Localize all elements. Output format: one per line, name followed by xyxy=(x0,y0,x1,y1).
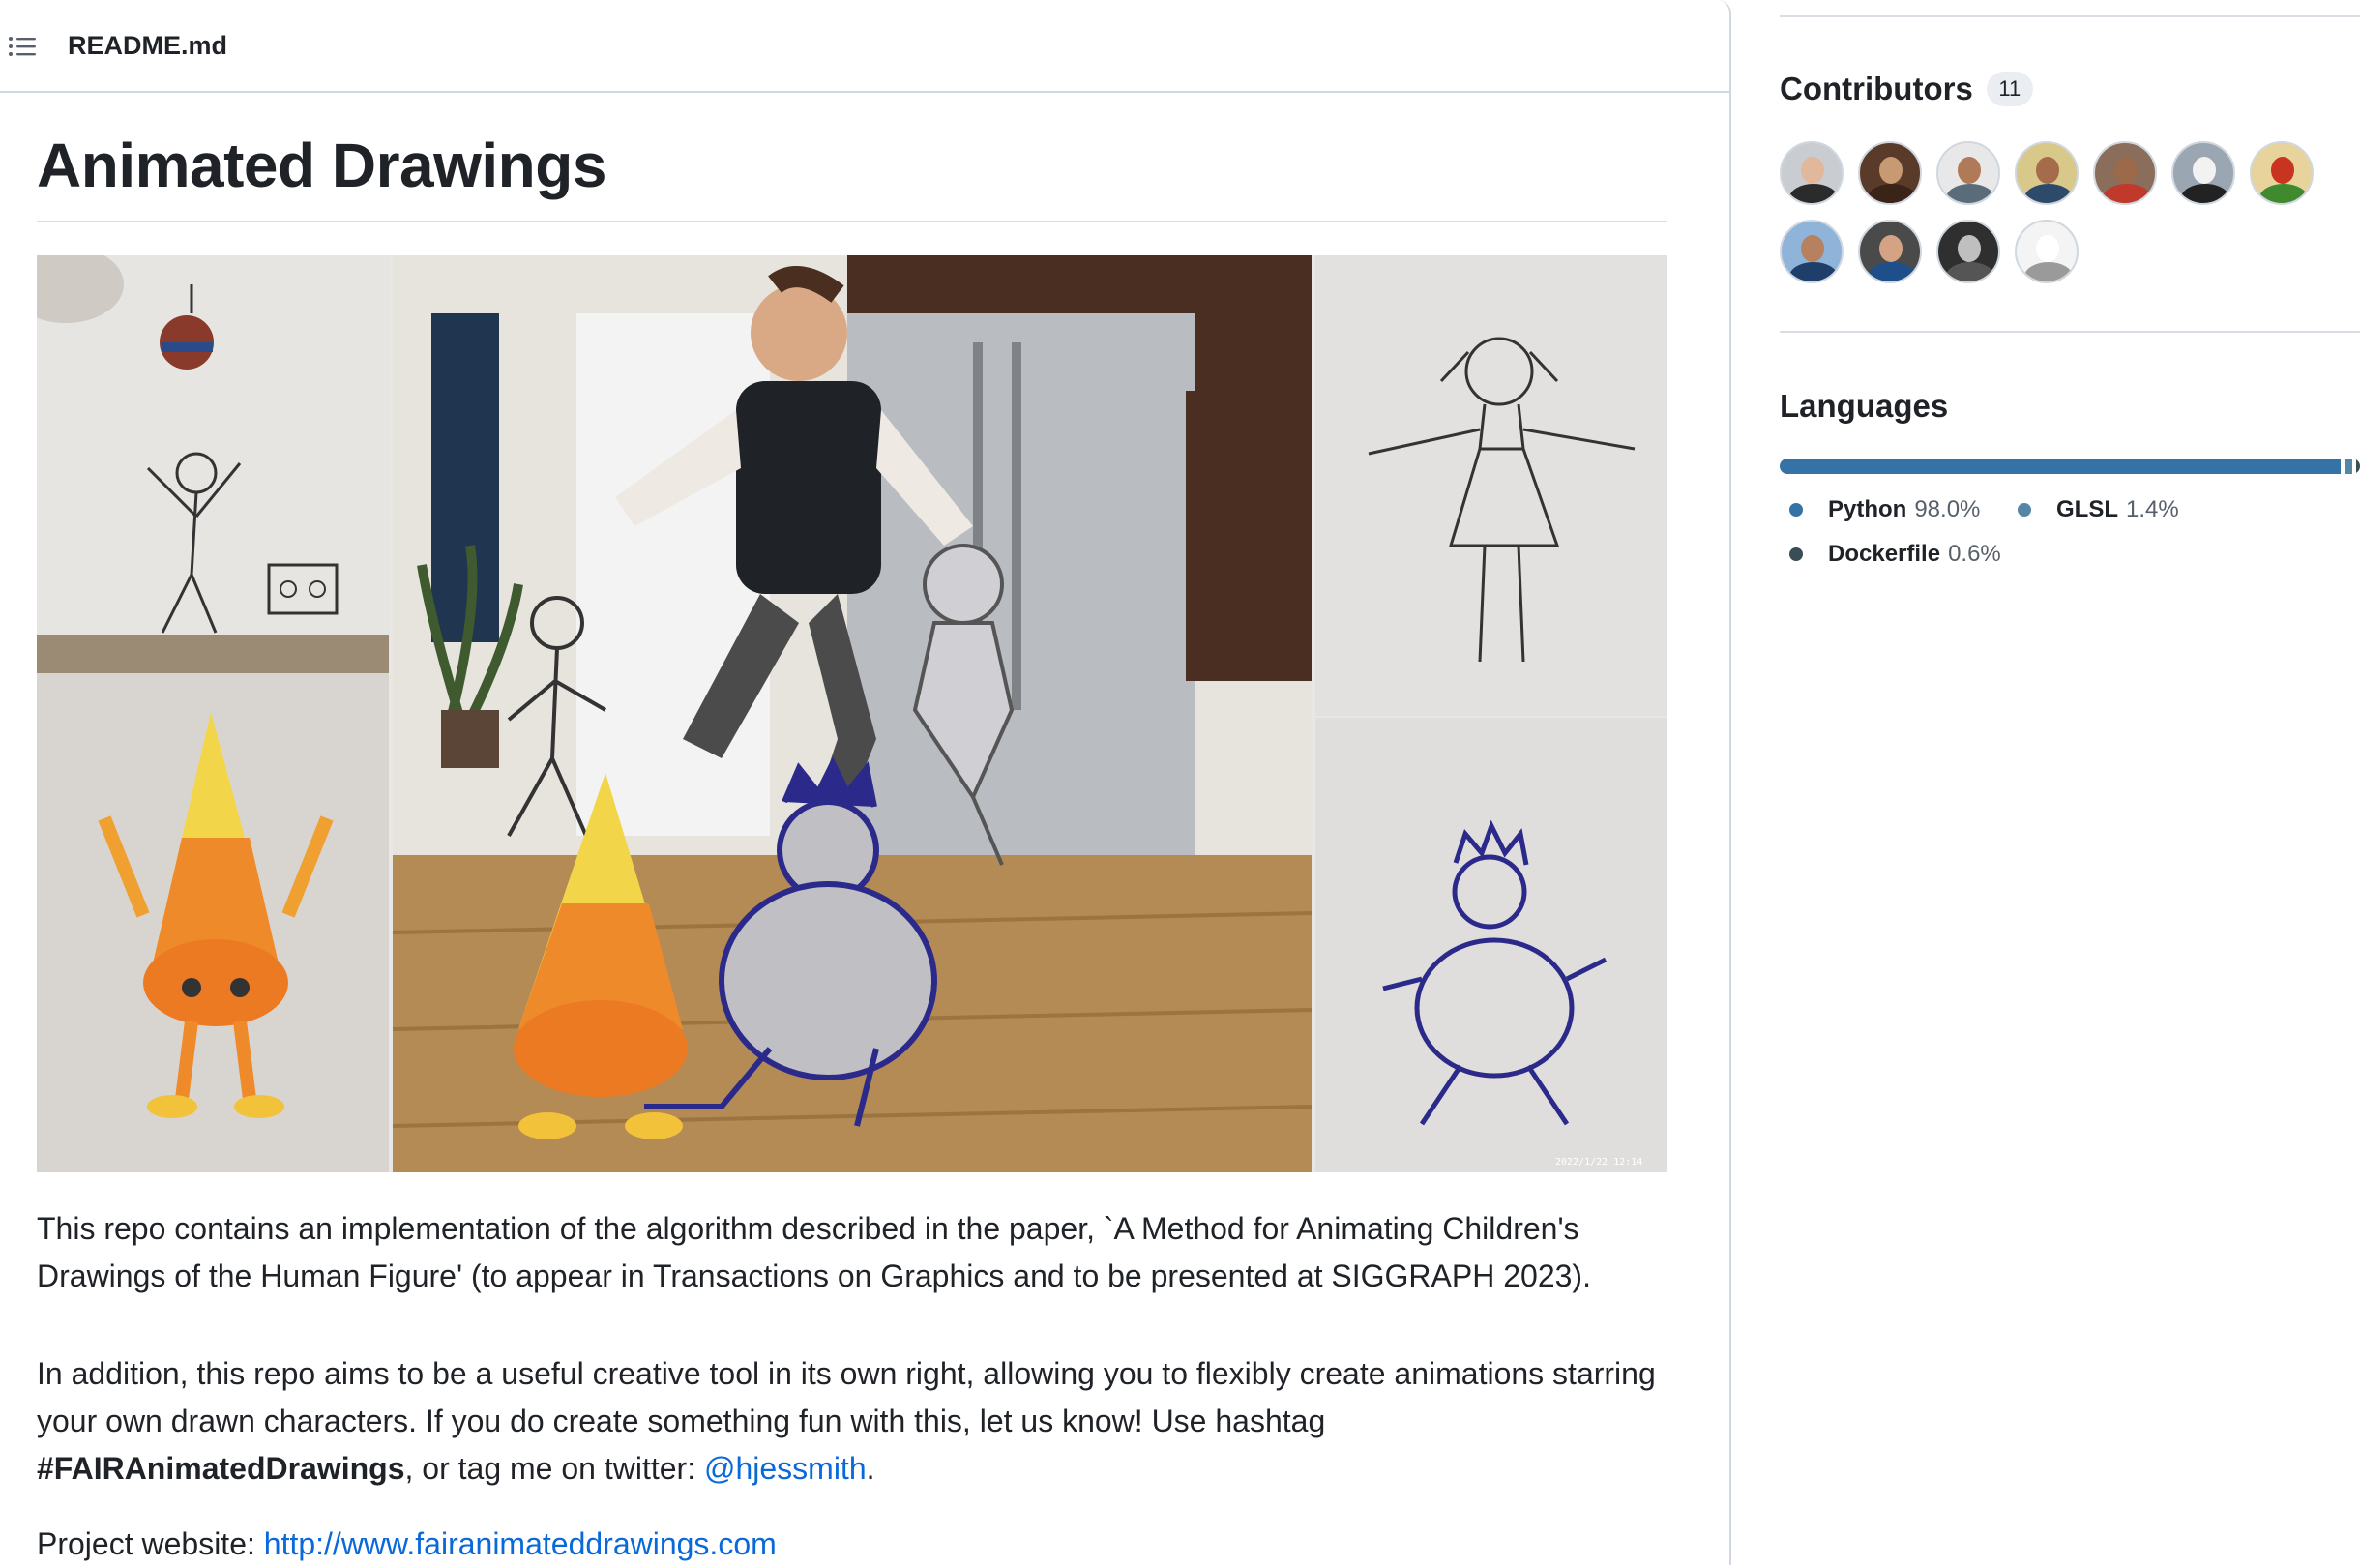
avatar-face xyxy=(1958,235,1981,262)
blue-boy-drawing: 2022/1/22 12:14 xyxy=(1315,718,1667,1172)
kitchen-scene-photo xyxy=(393,255,1312,1172)
readme-paragraph-creative: In addition, this repo aims to be a usef… xyxy=(37,1350,1671,1493)
contributor-avatar[interactable] xyxy=(1936,141,2000,205)
contributor-avatar[interactable] xyxy=(1780,220,1844,283)
language-item-python[interactable]: Python 98.0% xyxy=(1789,495,1980,524)
avatar-face xyxy=(2036,235,2059,262)
stick-figure-drawing xyxy=(37,255,389,673)
project-website-label: Project website: xyxy=(37,1526,255,1561)
paragraph-text: In addition, this repo aims to be a usef… xyxy=(37,1356,1656,1438)
sidebar-divider xyxy=(1780,331,2360,333)
avatar-face xyxy=(2271,157,2294,184)
readme-panel: README.md Animated Drawings 2022/1/22 12… xyxy=(0,0,1731,1565)
avatar-face xyxy=(2193,157,2216,184)
avatar-face xyxy=(1879,235,1903,262)
paragraph-end: . xyxy=(866,1451,875,1486)
hashtag-text: #FAIRAnimatedDrawings xyxy=(37,1451,405,1486)
avatar-face xyxy=(1801,235,1824,262)
avatar-shoulders xyxy=(2024,262,2073,281)
contributor-avatar[interactable] xyxy=(1936,220,2000,283)
candy-corn-drawing xyxy=(37,673,389,1172)
contributor-avatar[interactable] xyxy=(1858,141,1922,205)
contributor-avatar[interactable] xyxy=(2015,220,2079,283)
animated-drawings-collage-image: 2022/1/22 12:14 xyxy=(37,255,1667,1172)
contributors-count-badge: 11 xyxy=(1986,72,2033,106)
readme-filename[interactable]: README.md xyxy=(68,29,227,62)
language-color-dot xyxy=(2018,503,2031,517)
paragraph-text-mid: , or tag me on twitter: xyxy=(404,1451,696,1486)
project-website-link[interactable]: http://www.fairanimateddrawings.com xyxy=(264,1526,777,1561)
avatar-face xyxy=(2114,157,2138,184)
language-item-glsl[interactable]: GLSL 1.4% xyxy=(2018,495,2179,524)
sidebar-divider xyxy=(1780,15,2360,17)
contributor-avatar[interactable] xyxy=(2093,141,2157,205)
language-name: GLSL xyxy=(2056,496,2118,522)
language-color-dot xyxy=(1789,547,1803,561)
avatar-face xyxy=(1801,157,1824,184)
avatar-shoulders xyxy=(2024,184,2073,203)
language-name: Dockerfile xyxy=(1828,541,1941,567)
avatar-shoulders xyxy=(1789,262,1838,281)
language-item-dockerfile[interactable]: Dockerfile 0.6% xyxy=(1789,540,2001,569)
language-percent: 0.6% xyxy=(1948,541,2001,567)
avatar-shoulders xyxy=(2259,184,2308,203)
language-bar-segment-python[interactable] xyxy=(1780,459,2342,474)
readme-paragraph-intro: This repo contains an implementation of … xyxy=(37,1211,1591,1293)
contributor-avatar[interactable] xyxy=(1858,220,1922,283)
language-name: Python xyxy=(1828,496,1907,522)
languages-heading: Languages xyxy=(1780,388,1949,424)
avatar-shoulders xyxy=(1789,184,1838,203)
language-percent: 98.0% xyxy=(1914,496,1981,522)
twitter-handle-link[interactable]: @hjessmith xyxy=(704,1451,867,1486)
girl-drawing xyxy=(1315,255,1667,716)
avatar-shoulders xyxy=(1868,184,1916,203)
contributor-avatar[interactable] xyxy=(1780,141,1844,205)
avatar-shoulders xyxy=(1946,262,1994,281)
contributors-heading-label: Contributors xyxy=(1780,71,1973,106)
contributors-heading[interactable]: Contributors 11 xyxy=(1780,70,2033,108)
language-percent: 1.4% xyxy=(2126,496,2179,522)
image-timestamp: 2022/1/22 12:14 xyxy=(1555,1157,1642,1168)
readme-header: README.md xyxy=(0,0,1729,93)
avatar-shoulders xyxy=(2181,184,2229,203)
language-bar-segment-dockerfile[interactable] xyxy=(2356,459,2360,474)
readme-title: Animated Drawings xyxy=(37,130,1667,222)
avatar-shoulders xyxy=(2103,184,2151,203)
repo-sidebar: Contributors 11 Languages Python 98.0% GLS… xyxy=(1780,0,2360,1565)
language-bar-segment-glsl[interactable] xyxy=(2345,459,2353,474)
readme-body: Animated Drawings 2022/1/22 12:14 This r… xyxy=(37,93,1667,1561)
avatar-face xyxy=(2036,157,2059,184)
languages-bar xyxy=(1780,459,2360,474)
contributor-avatar[interactable] xyxy=(2015,141,2079,205)
contributor-avatar[interactable] xyxy=(2171,141,2235,205)
readme-paragraph-website: Project website: http://www.fairanimated… xyxy=(37,1521,1671,1568)
avatar-shoulders xyxy=(1946,184,1994,203)
avatar-face xyxy=(1958,157,1981,184)
avatar-shoulders xyxy=(1868,262,1916,281)
avatar-face xyxy=(1879,157,1903,184)
contributor-avatar[interactable] xyxy=(2250,141,2314,205)
language-color-dot xyxy=(1789,503,1803,517)
list-outline-icon[interactable] xyxy=(8,35,37,58)
